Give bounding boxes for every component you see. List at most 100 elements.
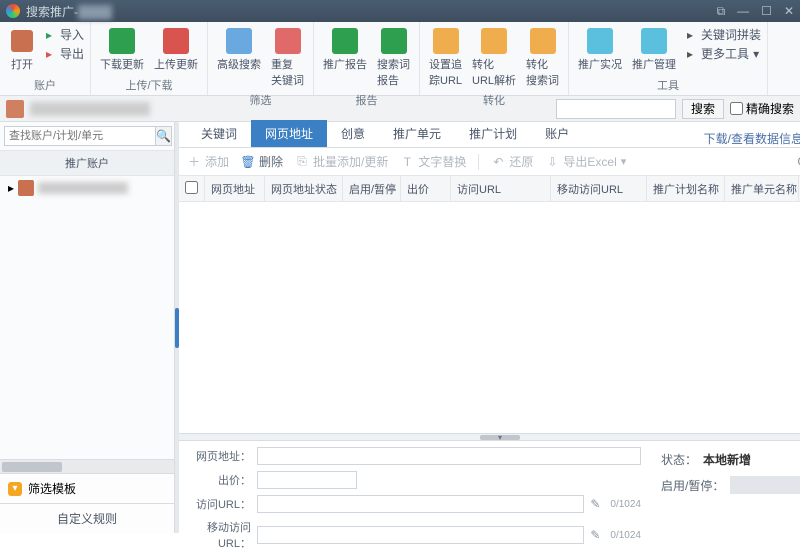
left-hscrollbar[interactable] [0, 459, 174, 473]
ribbon: 打开▸导入▸导出账户下载更新上传更新上传/下载高级搜索重复 关键词筛选推广报告搜… [0, 22, 800, 96]
group-label: 工具 [657, 75, 679, 95]
select-all-checkbox[interactable] [179, 176, 205, 201]
close-icon[interactable]: ✕ [784, 4, 794, 19]
enable-toggle[interactable] [730, 476, 800, 494]
promo-report-icon [332, 28, 358, 54]
col-unit[interactable]: 推广单元名称 [725, 176, 799, 201]
batch-icon: ⎘ [295, 155, 309, 169]
col-url[interactable]: 网页地址 [205, 176, 265, 201]
more-tools-icon: ▸ [683, 49, 697, 59]
keyword-report-button[interactable]: 搜索词 报告 [374, 26, 413, 90]
promo-manage-button[interactable]: 推广管理 [629, 26, 679, 74]
group-label: 转化 [483, 90, 505, 110]
avatar-icon [18, 180, 34, 196]
adv-search-icon [226, 28, 252, 54]
col-visit[interactable]: 访问URL [451, 176, 551, 201]
download-data-link[interactable]: 下载/查看数据信息 ▾ [704, 130, 800, 147]
detail-url-label: 网页地址： [189, 448, 251, 464]
tab-1[interactable]: 网页地址 [251, 120, 327, 147]
add-button[interactable]: ＋添加 [187, 153, 229, 170]
col-mvisit[interactable]: 移动访问URL [551, 176, 647, 201]
download-update-icon [109, 28, 135, 54]
import-button[interactable]: ▸导入 [42, 26, 84, 43]
account-bar: 搜索 精确搜索 [0, 96, 800, 122]
minimize-icon[interactable]: — [737, 4, 749, 19]
open-icon [9, 28, 35, 54]
tree-search-input[interactable] [4, 126, 156, 146]
batch-button[interactable]: ⎘批量添加/更新 [295, 153, 388, 170]
grid-header: 网页地址网页地址状态启用/暂停出价访问URL移动访问URL推广计划名称推广单元名… [179, 176, 800, 202]
horizontal-splitter[interactable]: ▾ [179, 433, 800, 441]
dup-keyword-button[interactable]: 重复 关键词 [268, 26, 307, 90]
undo-icon: ↶ [491, 155, 505, 169]
maximize-icon[interactable]: ☐ [761, 4, 772, 19]
track-url-button[interactable]: 设置追 踪URL [426, 26, 465, 90]
track-url-icon [433, 28, 459, 54]
detail-visit-input[interactable] [257, 495, 584, 513]
url-parse-icon [481, 28, 507, 54]
col-plan[interactable]: 推广计划名称 [647, 176, 725, 201]
replace-icon: T [400, 155, 414, 169]
tree-account-item[interactable]: ▸ [0, 176, 174, 200]
search-button[interactable]: 搜索 [682, 99, 724, 119]
export-button[interactable]: ▸导出 [42, 45, 84, 62]
detail-mvisit-label: 移动访问URL： [189, 519, 251, 551]
promo-live-button[interactable]: 推广实况 [575, 26, 625, 74]
group-label: 报告 [356, 90, 378, 110]
detail-mvisit-input[interactable] [257, 526, 584, 544]
tree-header: 推广账户 [0, 151, 174, 176]
window-title: 搜索推广-████ [26, 3, 717, 20]
edit-icon[interactable]: ✎ [590, 497, 604, 511]
upload-update-button[interactable]: 上传更新 [151, 26, 201, 74]
tab-0[interactable]: 关键词 [187, 120, 251, 147]
tree-search-go-icon[interactable]: 🔍 [156, 126, 172, 146]
col-enable[interactable]: 启用/暂停 [343, 176, 401, 201]
export-icon: ▸ [42, 49, 56, 59]
status-value: 本地新增 [703, 451, 751, 468]
tab-2[interactable]: 创意 [327, 120, 379, 147]
char-limit: 0/1024 [610, 499, 641, 510]
edit-icon[interactable]: ✎ [590, 528, 604, 542]
tab-4[interactable]: 推广计划 [455, 120, 531, 147]
custom-rule-button[interactable]: 自定义规则 [0, 503, 174, 533]
plus-icon: ＋ [187, 155, 201, 169]
promo-report-button[interactable]: 推广报告 [320, 26, 370, 74]
col-bid[interactable]: 出价 [401, 176, 451, 201]
detach-icon[interactable]: ⧉ [717, 4, 726, 19]
open-button[interactable]: 打开 [6, 26, 38, 74]
grid-body [179, 202, 800, 433]
detail-visit-label: 访问URL： [189, 496, 251, 512]
more-tools-button[interactable]: ▸更多工具 ▾ [683, 45, 761, 62]
promo-live-icon [587, 28, 613, 54]
left-panel: 🔍 推广账户 ▸ ▾ 筛选模板 自定义规则 [0, 122, 175, 533]
group-label: 上传/下载 [125, 75, 172, 95]
account-name-blurred [30, 102, 150, 116]
global-search-input[interactable] [556, 99, 676, 119]
url-parse-button[interactable]: 转化 URL解析 [469, 26, 519, 90]
col-status[interactable]: 网页地址状态 [265, 176, 343, 201]
tab-5[interactable]: 账户 [531, 120, 583, 147]
detail-url-input[interactable] [257, 447, 641, 465]
detail-bid-label: 出价： [189, 472, 251, 488]
detail-bid-input[interactable] [257, 471, 357, 489]
group-label: 账户 [34, 75, 56, 95]
tab-3[interactable]: 推广单元 [379, 120, 455, 147]
promo-manage-icon [641, 28, 667, 54]
enable-label: 启用/暂停： [661, 477, 724, 494]
keyword-combine-button[interactable]: ▸关键词拼装 [683, 26, 761, 43]
toolbar: ＋添加 🗑删除 ⎘批量添加/更新 T文字替换 ↶还原 ⇩导出Excel ▾ 0/… [179, 148, 800, 176]
conv-keyword-button[interactable]: 转化 搜索词 [523, 26, 562, 90]
restore-button[interactable]: ↶还原 [491, 153, 533, 170]
filter-template-accordion[interactable]: ▾ 筛选模板 [0, 473, 174, 503]
export-icon: ⇩ [545, 155, 559, 169]
replace-button[interactable]: T文字替换 [400, 153, 466, 170]
precise-search-checkbox[interactable]: 精确搜索 [730, 100, 794, 117]
titlebar: 搜索推广-████ ⧉ — ☐ ✕ [0, 0, 800, 22]
avatar-icon [6, 100, 24, 118]
filter-icon: ▾ [8, 482, 22, 496]
delete-button[interactable]: 🗑删除 [241, 153, 283, 170]
download-update-button[interactable]: 下载更新 [97, 26, 147, 74]
adv-search-button[interactable]: 高级搜索 [214, 26, 264, 74]
trash-icon: 🗑 [241, 155, 255, 169]
export-button[interactable]: ⇩导出Excel ▾ [545, 153, 626, 170]
